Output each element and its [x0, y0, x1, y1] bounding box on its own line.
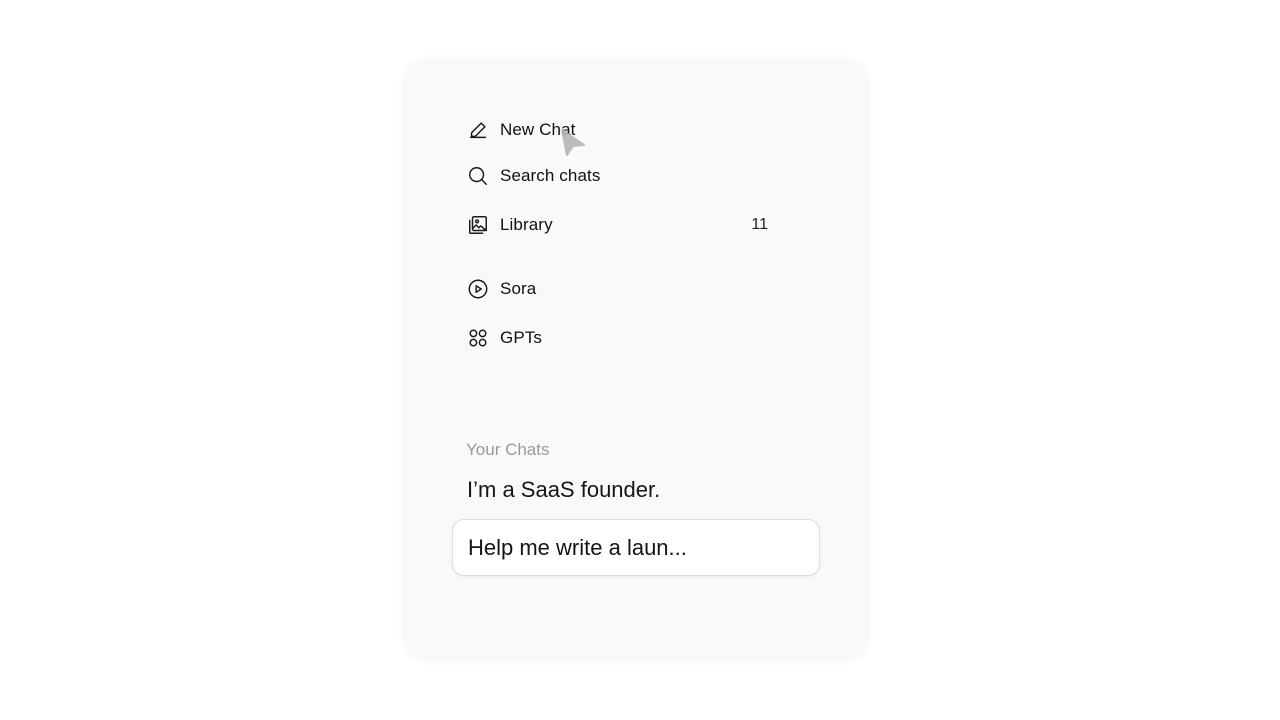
sidebar-item-search-chats[interactable]: Search chats [466, 161, 776, 191]
your-chats-heading: Your Chats [466, 440, 550, 459]
library-count-badge: 11 [751, 216, 768, 233]
sidebar-item-gpts[interactable]: GPTs [466, 323, 776, 353]
sidebar-item-label: GPTs [500, 328, 542, 347]
play-circle-icon [466, 277, 490, 301]
image-library-icon [466, 213, 490, 237]
sidebar-item-label: Sora [500, 279, 537, 298]
sidebar-item-label: Library [500, 215, 553, 234]
sidebar-item-library[interactable]: Library 11 [466, 210, 776, 240]
chat-list-item[interactable]: I’m a SaaS founder. [467, 477, 660, 503]
sidebar-panel: New Chat Search chats Library 11 Sora GP… [402, 58, 870, 662]
chat-list-item-label: Help me write a laun... [468, 534, 687, 560]
sidebar-item-sora[interactable]: Sora [466, 274, 776, 304]
grid-circles-icon [466, 326, 490, 350]
chat-list-item-active[interactable]: Help me write a laun... [452, 519, 820, 576]
sidebar-item-label: Search chats [500, 166, 601, 185]
pencil-edit-icon [466, 118, 490, 142]
sidebar-item-label: New Chat [500, 120, 576, 139]
sidebar-item-new-chat[interactable]: New Chat [466, 115, 776, 145]
search-icon [466, 164, 490, 188]
